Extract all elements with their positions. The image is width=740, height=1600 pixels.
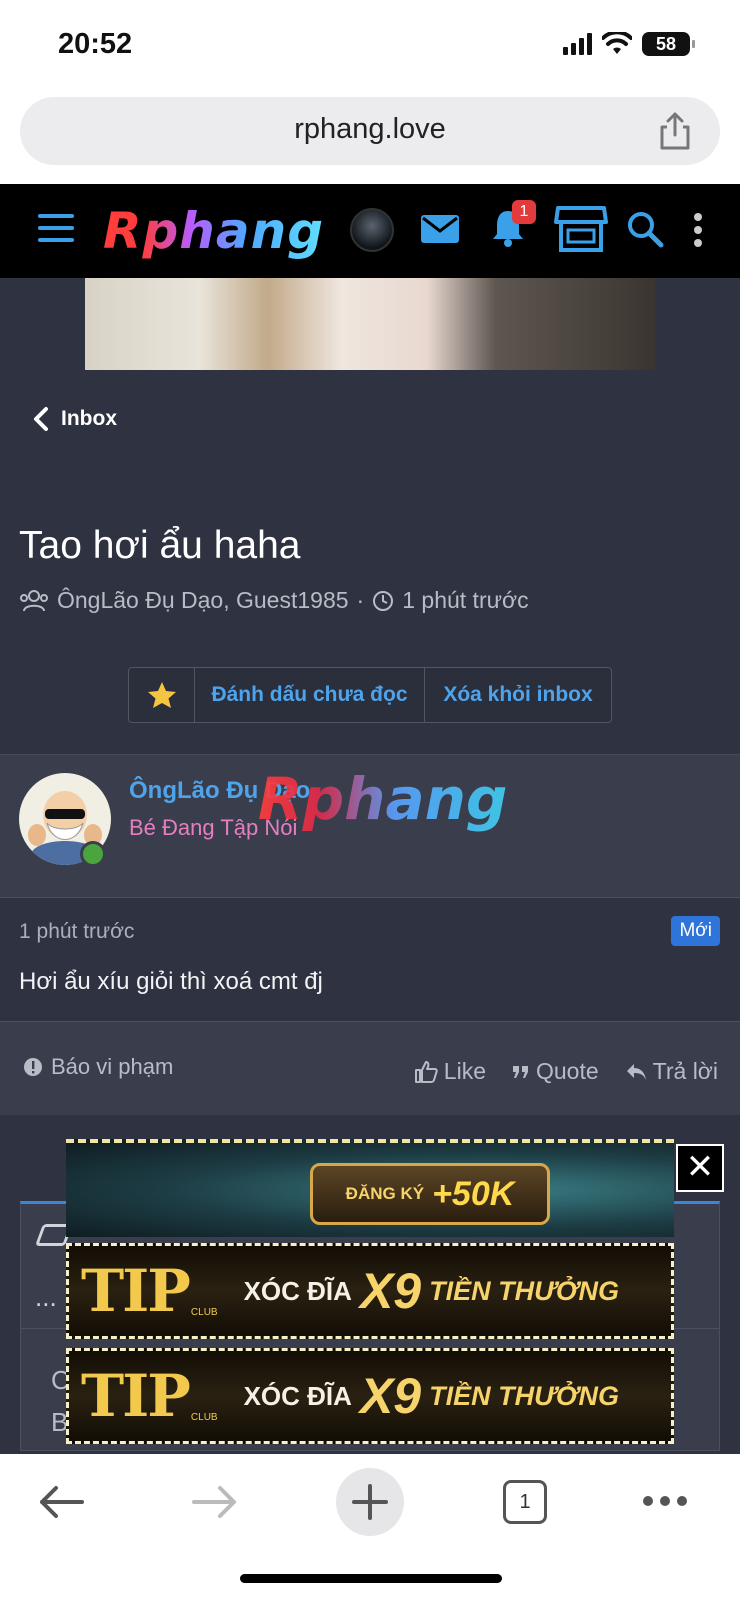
thread-title: Tao hơi ẩu haha (19, 524, 301, 567)
tip-club: CLUB (190, 1412, 218, 1423)
more-horizontal-icon[interactable] (642, 1494, 688, 1508)
like-button[interactable]: Like (414, 1058, 486, 1085)
thread-action-bar: Đánh dấu chưa đọc Xóa khỏi inbox (128, 667, 612, 723)
message-actions: Like Quote Trả lời (414, 1058, 718, 1085)
new-badge: Mới (671, 916, 720, 946)
message-time[interactable]: 1 phút trước (19, 920, 134, 944)
reply-label: Trả lời (652, 1058, 718, 1084)
battery-icon: 58 (642, 32, 695, 56)
tip-club: CLUB (190, 1307, 218, 1318)
menu-icon[interactable] (38, 214, 74, 242)
quote-button[interactable]: Quote (512, 1058, 599, 1085)
tip-club-ad-1[interactable]: TIP CLUB XÓC ĐĨA X9 TIỀN THƯỞNG (66, 1243, 674, 1339)
tip-brand: TIP (81, 1257, 191, 1325)
tip-multiplier: X9 (359, 1263, 422, 1319)
more-vertical-icon[interactable] (692, 212, 704, 248)
reply-icon (626, 1063, 646, 1080)
register-ad-bonus: +50K (432, 1174, 515, 1213)
status-time: 20:52 (58, 28, 133, 60)
store-icon[interactable] (554, 204, 608, 254)
user-avatar[interactable] (350, 208, 394, 252)
message-text: Hơi ẩu xíu giỏi thì xoá cmt đj (19, 968, 323, 995)
message-author-block: ÔngLão Đụ Dạo Bé Đang Tập Nói Rphang (0, 754, 740, 898)
message-body: 1 phút trước Mới Hơi ẩu xíu giỏi thì xoá… (0, 898, 740, 1022)
chevron-left-icon (34, 407, 48, 431)
home-indicator (240, 1574, 502, 1583)
thumbs-up-icon (414, 1060, 438, 1083)
users-icon (20, 589, 48, 611)
thread-time: 1 phút trước (402, 587, 529, 613)
mail-icon[interactable] (420, 214, 460, 244)
share-icon[interactable] (656, 111, 694, 151)
register-ad-banner[interactable]: ĐĂNG KÝ +50K (66, 1139, 674, 1237)
report-button[interactable]: Báo vi phạm (23, 1054, 173, 1080)
new-tab-button[interactable] (336, 1468, 404, 1536)
tip-reward: TIỀN THƯỞNG (429, 1275, 620, 1306)
tip-brand: TIP (81, 1362, 191, 1430)
status-icons: 58 (563, 32, 695, 56)
browser-bottom-bar: 1 (0, 1454, 740, 1600)
browser-toolbar: rphang.love (0, 92, 740, 184)
back-arrow-icon[interactable] (38, 1484, 84, 1520)
clock-icon (373, 590, 394, 611)
alert-icon (24, 1058, 42, 1076)
meta-separator: · (356, 587, 365, 613)
quote-icon (513, 1065, 528, 1078)
url-text[interactable]: rphang.love (20, 113, 720, 146)
thread-participants[interactable]: ÔngLão Đụ Dạo, Guest1985 (57, 587, 349, 614)
back-label: Inbox (61, 407, 117, 430)
mark-unread-button[interactable]: Đánh dấu chưa đọc (195, 668, 425, 722)
tip-reward: TIỀN THƯỞNG (429, 1380, 620, 1411)
tip-club-ad-2[interactable]: TIP CLUB XÓC ĐĨA X9 TIỀN THƯỞNG (66, 1348, 674, 1444)
remove-from-inbox-button[interactable]: Xóa khỏi inbox (425, 668, 611, 722)
address-bar[interactable]: rphang.love (20, 97, 720, 165)
watermark-logo: Rphang (258, 765, 508, 833)
back-to-inbox-link[interactable]: Inbox (33, 406, 117, 432)
online-status-icon (80, 841, 106, 867)
search-icon[interactable] (626, 210, 664, 248)
tabs-button[interactable]: 1 (503, 1480, 547, 1524)
banner-image[interactable] (85, 278, 655, 370)
reply-button[interactable]: Trả lời (625, 1058, 718, 1085)
quote-label: Quote (536, 1058, 599, 1084)
star-button[interactable] (129, 668, 195, 722)
site-header: Rphang (0, 184, 740, 278)
star-icon (147, 682, 176, 708)
site-logo[interactable]: Rphang (103, 202, 324, 260)
like-label: Like (443, 1058, 486, 1084)
tip-game: XÓC ĐĨA (243, 1380, 352, 1411)
register-ad-button[interactable]: ĐĂNG KÝ +50K (310, 1163, 550, 1225)
forward-arrow-icon[interactable] (192, 1484, 238, 1520)
message-actions-bar: Báo vi phạm Like Quote Trả lời (0, 1021, 740, 1115)
tip-multiplier: X9 (359, 1368, 422, 1424)
status-bar: 20:52 58 (0, 0, 740, 92)
plus-icon (352, 1484, 388, 1520)
tip-game: XÓC ĐĨA (243, 1275, 352, 1306)
register-ad-label: ĐĂNG KÝ (345, 1184, 425, 1203)
thread-meta: ÔngLão Đụ Dạo, Guest1985 · 1 phút trước (19, 587, 529, 614)
editor-more-button[interactable]: ... (35, 1282, 57, 1313)
wifi-icon (602, 32, 632, 54)
close-ad-button[interactable]: ✕ (676, 1144, 724, 1192)
cellular-signal-icon (563, 33, 592, 55)
report-label: Báo vi phạm (51, 1054, 174, 1079)
notification-badge: 1 (512, 200, 536, 224)
